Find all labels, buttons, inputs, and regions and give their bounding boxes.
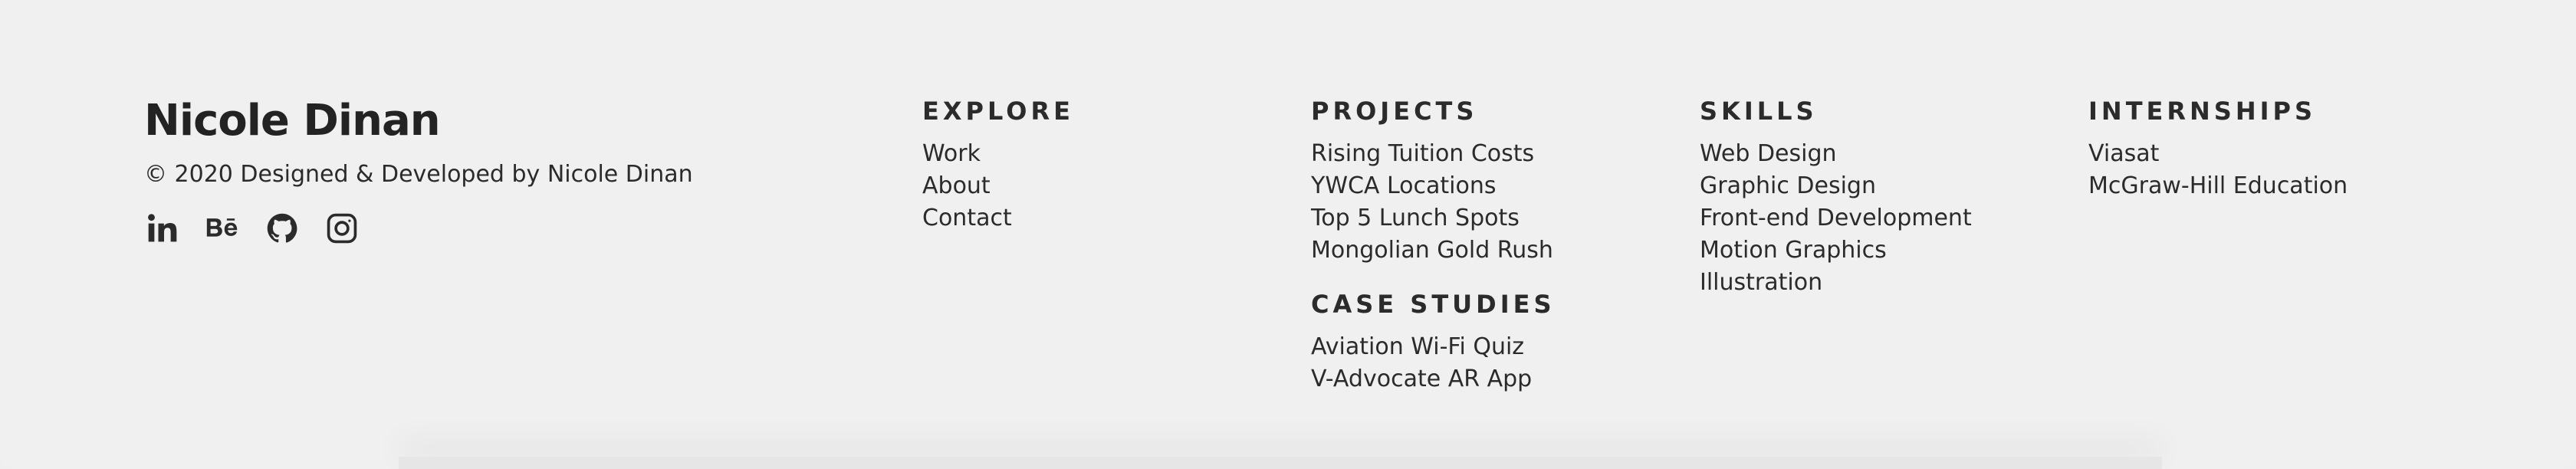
skill-link[interactable]: Motion Graphics	[1700, 237, 1887, 264]
internships-list: Viasat McGraw-Hill Education	[2088, 138, 2348, 202]
skill-link[interactable]: Illustration	[1700, 269, 1822, 296]
list-item[interactable]: Top 5 Lunch Spots	[1311, 202, 1556, 235]
internships-heading: INTERNSHIPS	[2088, 97, 2317, 126]
list-item[interactable]: Illustration	[1700, 267, 1972, 299]
footer-column-explore: EXPLORE Work About Contact	[922, 92, 1074, 235]
behance-icon	[206, 218, 238, 237]
skill-link[interactable]: Graphic Design	[1700, 172, 1876, 199]
explore-link-work[interactable]: Work	[922, 140, 981, 167]
github-link[interactable]	[264, 210, 301, 247]
explore-link-contact[interactable]: Contact	[922, 205, 1012, 231]
list-item[interactable]: About	[922, 170, 1074, 202]
list-item[interactable]: Contact	[922, 202, 1074, 235]
instagram-link[interactable]	[324, 210, 360, 247]
project-link[interactable]: YWCA Locations	[1311, 172, 1497, 199]
linkedin-link[interactable]	[144, 210, 181, 247]
brand-name[interactable]: Nicole Dinan	[144, 92, 693, 150]
list-item[interactable]: Aviation Wi-Fi Quiz	[1311, 331, 1556, 363]
list-item[interactable]: Front-end Development	[1700, 202, 1972, 235]
case-studies-heading: CASE STUDIES	[1311, 290, 1556, 319]
skill-link[interactable]: Web Design	[1700, 140, 1837, 167]
footer-column-projects: PROJECTS Rising Tuition Costs YWCA Locat…	[1311, 92, 1556, 395]
list-item[interactable]: V-Advocate AR App	[1311, 363, 1556, 395]
list-item[interactable]: YWCA Locations	[1311, 170, 1556, 202]
list-item[interactable]: Rising Tuition Costs	[1311, 138, 1556, 170]
list-item[interactable]: McGraw-Hill Education	[2088, 170, 2348, 202]
social-links	[144, 210, 693, 247]
projects-list: Rising Tuition Costs YWCA Locations Top …	[1311, 138, 1556, 267]
linkedin-icon	[148, 214, 177, 242]
copyright-text: © 2020 Designed & Developed by Nicole Di…	[144, 161, 693, 188]
page-bottom-edge	[399, 457, 2162, 469]
explore-heading: EXPLORE	[922, 97, 1074, 126]
list-item[interactable]: Graphic Design	[1700, 170, 1972, 202]
case-studies-section: CASE STUDIES Aviation Wi-Fi Quiz V-Advoc…	[1311, 285, 1556, 395]
projects-heading: PROJECTS	[1311, 97, 1478, 126]
project-link[interactable]: Mongolian Gold Rush	[1311, 237, 1553, 264]
skill-link[interactable]: Front-end Development	[1700, 205, 1972, 231]
internship-link[interactable]: McGraw-Hill Education	[2088, 172, 2348, 199]
list-item[interactable]: Mongolian Gold Rush	[1311, 235, 1556, 267]
skills-list: Web Design Graphic Design Front-end Deve…	[1700, 138, 1972, 299]
project-link[interactable]: Rising Tuition Costs	[1311, 140, 1534, 167]
footer-brand: Nicole Dinan © 2020 Designed & Developed…	[144, 92, 693, 247]
skills-heading: SKILLS	[1700, 97, 1818, 126]
behance-link[interactable]	[204, 210, 241, 247]
internship-link[interactable]: Viasat	[2088, 140, 2159, 167]
case-study-link[interactable]: Aviation Wi-Fi Quiz	[1311, 333, 1524, 360]
list-item[interactable]: Motion Graphics	[1700, 235, 1972, 267]
case-study-link[interactable]: V-Advocate AR App	[1311, 366, 1532, 392]
list-item[interactable]: Web Design	[1700, 138, 1972, 170]
list-item[interactable]: Viasat	[2088, 138, 2348, 170]
explore-list: Work About Contact	[922, 138, 1074, 235]
project-link[interactable]: Top 5 Lunch Spots	[1311, 205, 1520, 231]
footer-column-internships: INTERNSHIPS Viasat McGraw-Hill Education	[2088, 92, 2348, 202]
explore-link-about[interactable]: About	[922, 172, 991, 199]
case-studies-list: Aviation Wi-Fi Quiz V-Advocate AR App	[1311, 331, 1556, 395]
footer-column-skills: SKILLS Web Design Graphic Design Front-e…	[1700, 92, 1972, 299]
list-item[interactable]: Work	[922, 138, 1074, 170]
site-footer: Nicole Dinan © 2020 Designed & Developed…	[0, 0, 2576, 469]
github-icon	[267, 213, 297, 243]
instagram-icon	[327, 213, 357, 244]
